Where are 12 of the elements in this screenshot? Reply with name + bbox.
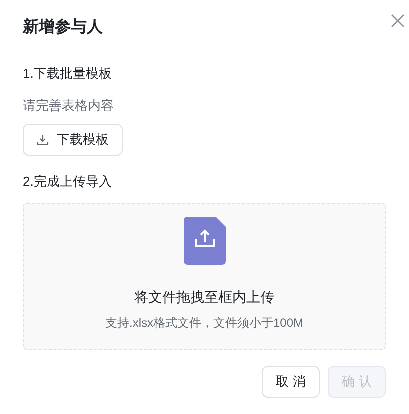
dropzone-hint: 支持.xlsx格式文件，文件须小于100M (105, 314, 304, 332)
dialog-title: 新增参与人 (23, 17, 103, 38)
close-icon[interactable] (390, 13, 406, 29)
step-heading: 1.下载批量模板 (23, 65, 113, 83)
dialog-button[interactable]: 取 消 (262, 366, 320, 398)
dropzone-title: 将文件拖拽至框内上传 (134, 288, 274, 306)
upload-dropzone[interactable]: 将文件拖拽至框内上传 支持.xlsx格式文件，文件须小于100M (23, 202, 386, 350)
hint-text: 请完善表格内容 (23, 96, 115, 114)
step-heading: 2.完成上传导入 (23, 173, 113, 191)
download-template-button[interactable]: 下载模板 (23, 124, 123, 156)
file-upload-icon (184, 216, 226, 264)
download-icon (37, 134, 49, 146)
